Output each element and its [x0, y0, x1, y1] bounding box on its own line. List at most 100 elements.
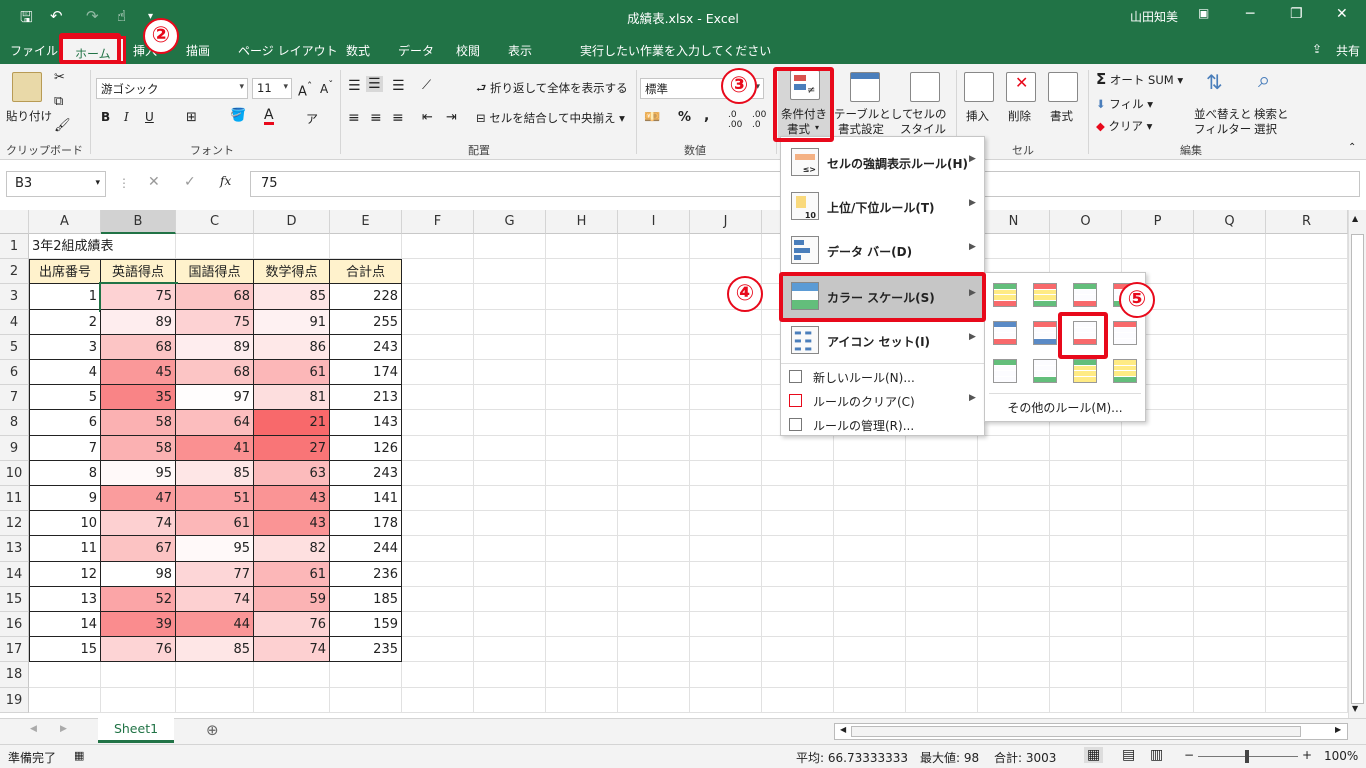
cell[interactable]: 13	[29, 586, 101, 612]
cell[interactable]	[101, 687, 176, 713]
cell[interactable]	[402, 284, 474, 310]
cell[interactable]	[1122, 687, 1194, 713]
cell[interactable]	[690, 662, 762, 688]
cell[interactable]	[1194, 637, 1266, 663]
cell[interactable]	[1050, 234, 1122, 260]
tab-3[interactable]: 描画	[186, 42, 210, 59]
cell[interactable]	[978, 234, 1050, 260]
cell[interactable]: 12	[29, 561, 101, 587]
cell[interactable]	[1266, 435, 1348, 461]
cell[interactable]: 89	[176, 334, 254, 360]
cell[interactable]: 61	[176, 511, 254, 537]
cut-icon[interactable]: ✂	[54, 70, 65, 85]
cell[interactable]: 6	[29, 410, 101, 436]
cell[interactable]	[402, 360, 474, 386]
cell[interactable]	[402, 662, 474, 688]
cell[interactable]	[978, 460, 1050, 486]
cell[interactable]	[1122, 561, 1194, 587]
tab-4[interactable]: ページ レイアウト	[238, 42, 338, 59]
font-color-icon[interactable]: A	[264, 108, 274, 125]
cell[interactable]: 英語得点	[101, 259, 176, 285]
cell[interactable]	[978, 561, 1050, 587]
cell[interactable]	[618, 460, 690, 486]
paste-icon[interactable]	[12, 72, 42, 102]
cell[interactable]: 51	[176, 486, 254, 512]
cell[interactable]	[690, 687, 762, 713]
cell[interactable]	[690, 486, 762, 512]
cell[interactable]: 61	[254, 360, 330, 386]
cell[interactable]	[1194, 662, 1266, 688]
cell[interactable]: 235	[330, 637, 402, 663]
cell[interactable]	[546, 284, 618, 310]
merge-center-button[interactable]: ⊟ セルを結合して中央揃え ▾	[476, 110, 625, 126]
cell[interactable]: 243	[330, 460, 402, 486]
align-top-icon[interactable]: ☰	[348, 78, 361, 94]
cell[interactable]	[474, 662, 546, 688]
page-break-view-icon[interactable]: ▥	[1150, 747, 1163, 763]
cell[interactable]	[834, 687, 906, 713]
cell[interactable]	[1194, 284, 1266, 310]
menu-item-new-rule[interactable]: 新しいルール(N)...	[781, 365, 984, 389]
column-header[interactable]: A	[29, 210, 101, 234]
cell[interactable]	[1266, 460, 1348, 486]
tab-0[interactable]: ファイル	[10, 42, 58, 59]
cell[interactable]: 74	[254, 637, 330, 663]
row-header[interactable]: 3	[0, 284, 29, 310]
cell[interactable]	[906, 511, 978, 537]
share-icon[interactable]: ⇪	[1312, 42, 1322, 56]
cell[interactable]	[978, 687, 1050, 713]
column-header[interactable]: O	[1050, 210, 1122, 234]
cell[interactable]	[1194, 385, 1266, 411]
cell[interactable]: 243	[330, 334, 402, 360]
menu-item-top-bottom-rules[interactable]: 10 上位/下位ルール(T) ▶	[781, 185, 984, 229]
zoom-level[interactable]: 100%	[1324, 749, 1358, 763]
cell[interactable]	[1194, 486, 1266, 512]
cell[interactable]	[474, 385, 546, 411]
cell[interactable]: 95	[176, 536, 254, 562]
cell[interactable]	[834, 637, 906, 663]
tab-8[interactable]: 表示	[508, 42, 532, 59]
autosum-button[interactable]: Σ オート SUM ▾	[1096, 70, 1183, 88]
cell[interactable]	[1194, 536, 1266, 562]
cell[interactable]: 数学得点	[254, 259, 330, 285]
cell[interactable]: 39	[101, 612, 176, 638]
row-header[interactable]: 1	[0, 234, 29, 260]
cell[interactable]	[978, 511, 1050, 537]
cell[interactable]	[978, 586, 1050, 612]
align-middle-icon[interactable]: ☰	[366, 76, 383, 92]
cell[interactable]	[474, 561, 546, 587]
cell[interactable]	[546, 536, 618, 562]
cell[interactable]	[834, 662, 906, 688]
cell[interactable]	[1050, 561, 1122, 587]
cell[interactable]	[978, 536, 1050, 562]
vertical-scrollbar[interactable]: ▲ ▼	[1348, 210, 1366, 718]
cell[interactable]	[1122, 586, 1194, 612]
cell[interactable]	[1194, 561, 1266, 587]
cell[interactable]	[906, 586, 978, 612]
cell[interactable]	[690, 637, 762, 663]
cell[interactable]	[330, 687, 402, 713]
cell[interactable]: 76	[254, 612, 330, 638]
color-scale-option[interactable]	[1033, 321, 1057, 345]
cell[interactable]	[618, 334, 690, 360]
cell[interactable]: 67	[101, 536, 176, 562]
cell[interactable]	[402, 687, 474, 713]
cell[interactable]	[1266, 586, 1348, 612]
cell[interactable]	[474, 460, 546, 486]
cell[interactable]	[762, 687, 834, 713]
cell[interactable]	[546, 662, 618, 688]
cell[interactable]	[618, 259, 690, 285]
cell[interactable]	[1194, 234, 1266, 260]
cell[interactable]	[690, 435, 762, 461]
row-header[interactable]: 10	[0, 460, 29, 486]
share-button[interactable]: 共有	[1336, 42, 1360, 59]
cell[interactable]: 228	[330, 284, 402, 310]
cell[interactable]	[1194, 360, 1266, 386]
color-scale-option[interactable]	[1113, 321, 1137, 345]
cell[interactable]	[834, 612, 906, 638]
cell[interactable]	[978, 612, 1050, 638]
cell[interactable]	[1266, 284, 1348, 310]
cell[interactable]	[762, 435, 834, 461]
row-header[interactable]: 17	[0, 637, 29, 663]
row-header[interactable]: 8	[0, 410, 29, 436]
